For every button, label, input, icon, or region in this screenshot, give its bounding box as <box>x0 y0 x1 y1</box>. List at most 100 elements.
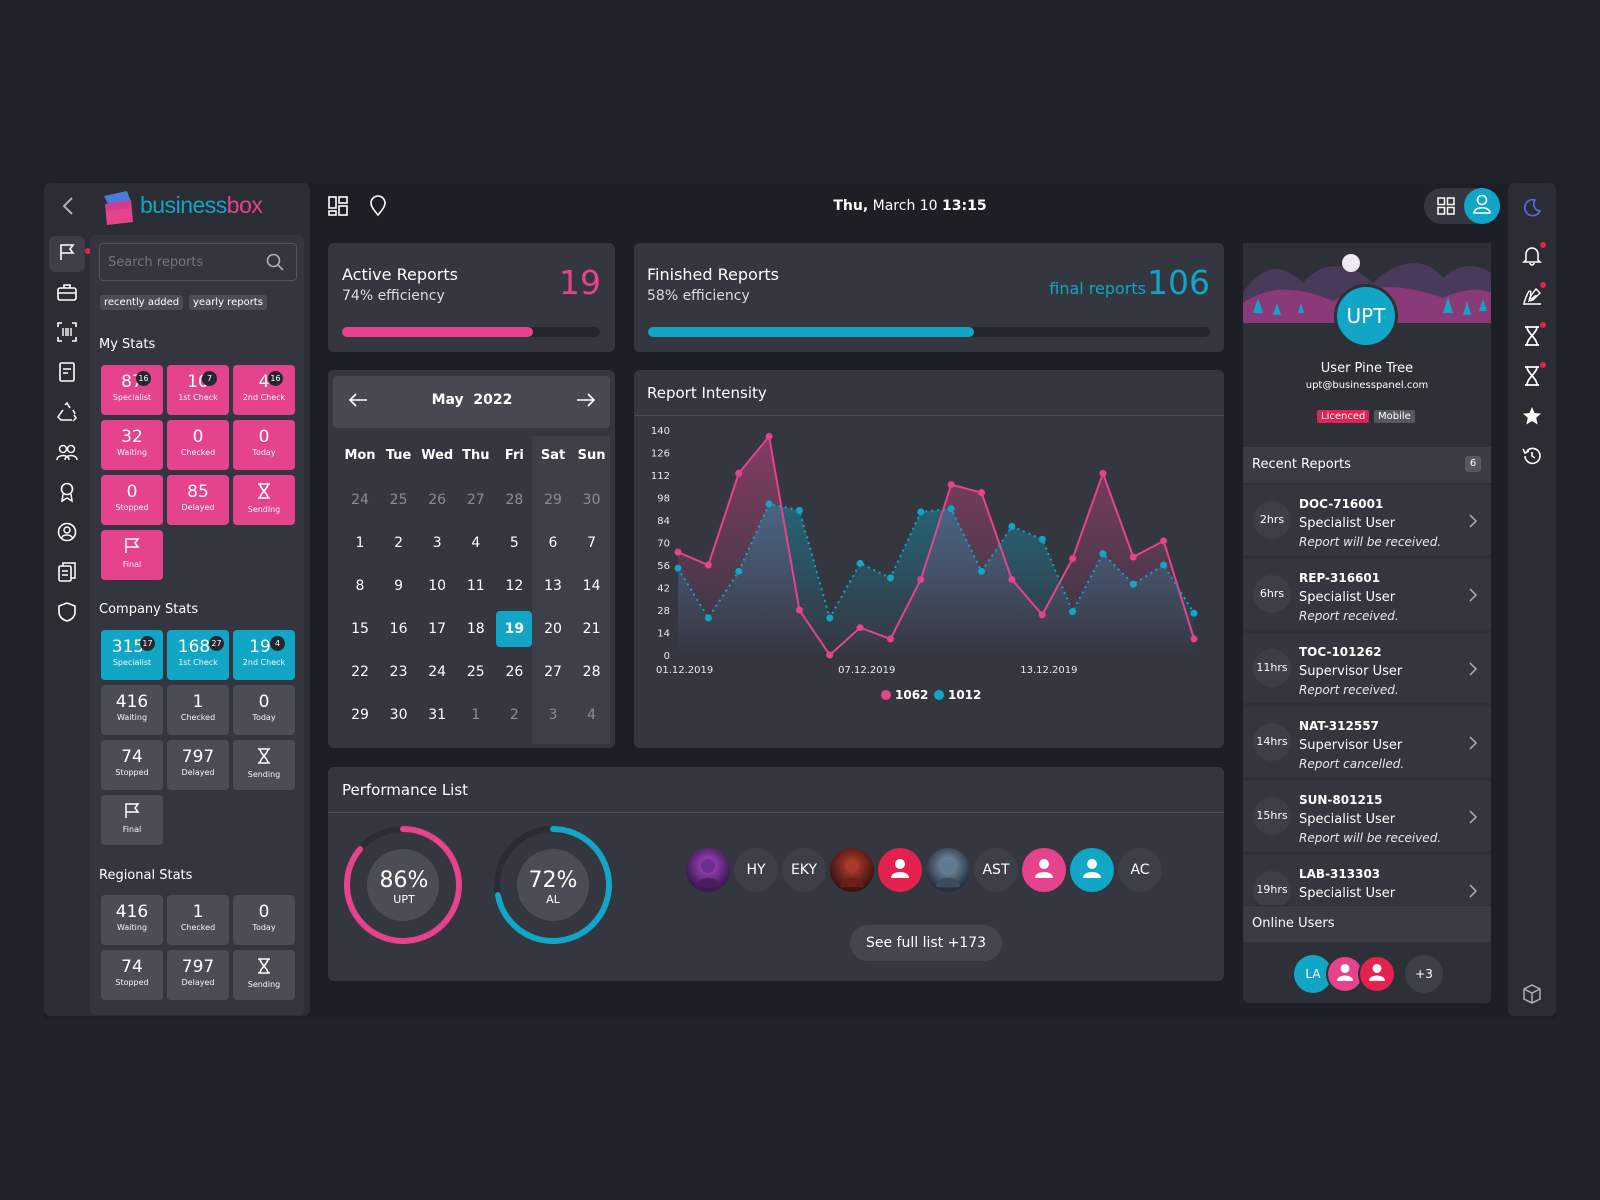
calendar-day[interactable]: 21 <box>574 621 610 637</box>
stat-tile[interactable]: 797 Delayed <box>167 950 229 1000</box>
calendar-day[interactable]: 11 <box>458 578 494 594</box>
moon-icon[interactable] <box>1520 196 1544 220</box>
nav-recycle[interactable] <box>49 396 85 432</box>
stat-tile[interactable]: Sending <box>233 475 295 525</box>
calendar-day[interactable]: 30 <box>574 492 610 508</box>
calendar-day[interactable]: 2 <box>496 707 532 723</box>
calendar-day[interactable]: 15 <box>342 621 378 637</box>
calendar-prev-button[interactable] <box>346 390 370 414</box>
stat-tile[interactable]: 0 Stopped <box>101 475 163 525</box>
calendar-day[interactable]: 25 <box>458 664 494 680</box>
list-item[interactable]: 19hrs LAB-313303 Specialist User <box>1243 855 1491 905</box>
stat-tile[interactable]: 74 Stopped <box>101 740 163 790</box>
calendar-day[interactable]: 25 <box>381 492 417 508</box>
avatar-photo-2[interactable] <box>830 848 874 892</box>
chip-yearly-reports[interactable]: yearly reports <box>189 295 267 310</box>
stat-tile[interactable]: Sending <box>233 950 295 1000</box>
calendar-day[interactable]: 24 <box>342 492 378 508</box>
chevron-right-icon[interactable] <box>1469 883 1478 902</box>
stat-tile[interactable]: 1 Checked <box>167 685 229 735</box>
layout-icon[interactable] <box>326 194 350 218</box>
chevron-right-icon[interactable] <box>1469 809 1478 828</box>
nav-award[interactable] <box>49 476 85 512</box>
stat-tile[interactable]: 416 Waiting <box>101 895 163 945</box>
nav-copy[interactable] <box>49 556 85 592</box>
calendar-day[interactable]: 17 <box>419 621 455 637</box>
signature-icon[interactable] <box>1520 284 1544 308</box>
stat-tile[interactable]: 168 1st Check 27 <box>167 630 229 680</box>
avatar-photo-3[interactable] <box>926 848 970 892</box>
calendar-day[interactable]: 1 <box>342 535 378 551</box>
calendar-day-selected[interactable]: 19 <box>496 611 533 647</box>
calendar-day[interactable]: 14 <box>574 578 610 594</box>
stat-tile[interactable]: 32 Waiting <box>101 420 163 470</box>
nav-account[interactable] <box>49 516 85 552</box>
profile-avatar[interactable]: UPT <box>1334 284 1398 348</box>
calendar-day[interactable]: 9 <box>381 578 417 594</box>
stat-tile[interactable]: 87 Specialist 16 <box>101 365 163 415</box>
calendar-day[interactable]: 13 <box>535 578 571 594</box>
list-item[interactable]: 15hrs SUN-801215 Specialist User Report … <box>1243 781 1491 851</box>
calendar-day[interactable]: 1 <box>458 707 494 723</box>
calendar-day[interactable]: 22 <box>342 664 378 680</box>
stat-tile[interactable]: Sending <box>233 740 295 790</box>
stat-tile[interactable]: 19 2nd Check 4 <box>233 630 295 680</box>
stat-tile[interactable]: 1 Checked <box>167 895 229 945</box>
search-input[interactable] <box>108 252 258 272</box>
chip-recently-added[interactable]: recently added <box>100 295 184 310</box>
online-user-red[interactable] <box>1358 955 1396 993</box>
calendar-day[interactable]: 24 <box>419 664 455 680</box>
avatar-user-red[interactable] <box>878 848 922 892</box>
calendar-day[interactable]: 23 <box>381 664 417 680</box>
calendar-day[interactable]: 16 <box>381 621 417 637</box>
calendar-day[interactable]: 28 <box>574 664 610 680</box>
calendar-day[interactable]: 27 <box>458 492 494 508</box>
calendar-day[interactable]: 4 <box>458 535 494 551</box>
search-icon[interactable] <box>266 253 284 275</box>
calendar-day[interactable]: 27 <box>535 664 571 680</box>
stat-tile[interactable]: 74 Stopped <box>101 950 163 1000</box>
star-icon[interactable] <box>1520 404 1544 428</box>
see-full-list-button[interactable]: See full list +173 <box>850 925 1002 961</box>
calendar-day[interactable]: 26 <box>419 492 455 508</box>
hourglass-icon[interactable] <box>1520 364 1544 388</box>
calendar-day[interactable]: 4 <box>574 707 610 723</box>
calendar-day[interactable]: 7 <box>574 535 610 551</box>
stat-tile[interactable]: 315 Specialist 17 <box>101 630 163 680</box>
calendar-day[interactable]: 30 <box>381 707 417 723</box>
brand-logo[interactable] <box>101 190 137 228</box>
chevron-right-icon[interactable] <box>1469 735 1478 754</box>
calendar-day[interactable]: 28 <box>496 492 532 508</box>
avatar-ast[interactable]: AST <box>974 848 1018 892</box>
location-pin-icon[interactable] <box>366 194 390 218</box>
avatar-hy[interactable]: HY <box>734 848 778 892</box>
avatar-user-cyan[interactable] <box>1070 848 1114 892</box>
cube-icon[interactable] <box>1520 982 1544 1006</box>
calendar-day[interactable]: 2 <box>381 535 417 551</box>
list-item[interactable]: 6hrs REP-316601 Specialist User Report r… <box>1243 559 1491 629</box>
calendar-day[interactable]: 29 <box>342 707 378 723</box>
back-chevron-icon[interactable] <box>56 194 80 218</box>
calendar-day[interactable]: 3 <box>535 707 571 723</box>
calendar-day[interactable]: 6 <box>535 535 571 551</box>
list-item[interactable]: 14hrs NAT-312557 Supervisor User Report … <box>1243 707 1491 777</box>
nav-reports[interactable] <box>49 236 85 272</box>
stat-tile[interactable]: 0 Checked <box>167 420 229 470</box>
calendar-day[interactable]: 3 <box>419 535 455 551</box>
nav-document[interactable] <box>49 356 85 392</box>
active-reports-card[interactable]: Active Reports 74% efficiency 19 <box>328 243 615 352</box>
calendar-day[interactable]: 18 <box>458 621 494 637</box>
list-item[interactable]: 2hrs DOC-716001 Specialist User Report w… <box>1243 485 1491 555</box>
calendar-day[interactable]: 5 <box>496 535 532 551</box>
nav-briefcase[interactable] <box>49 276 85 312</box>
nav-team[interactable] <box>49 436 85 472</box>
avatar-ac[interactable]: AC <box>1118 848 1162 892</box>
stat-tile[interactable]: 0 Today <box>233 420 295 470</box>
nav-barcode[interactable] <box>49 316 85 352</box>
calendar-day[interactable]: 12 <box>496 578 532 594</box>
chevron-right-icon[interactable] <box>1469 661 1478 680</box>
list-item[interactable]: 11hrs TOC-101262 Supervisor User Report … <box>1243 633 1491 703</box>
calendar-day[interactable]: 26 <box>496 664 532 680</box>
avatar-photo-1[interactable] <box>686 848 730 892</box>
calendar-day[interactable]: 29 <box>535 492 571 508</box>
